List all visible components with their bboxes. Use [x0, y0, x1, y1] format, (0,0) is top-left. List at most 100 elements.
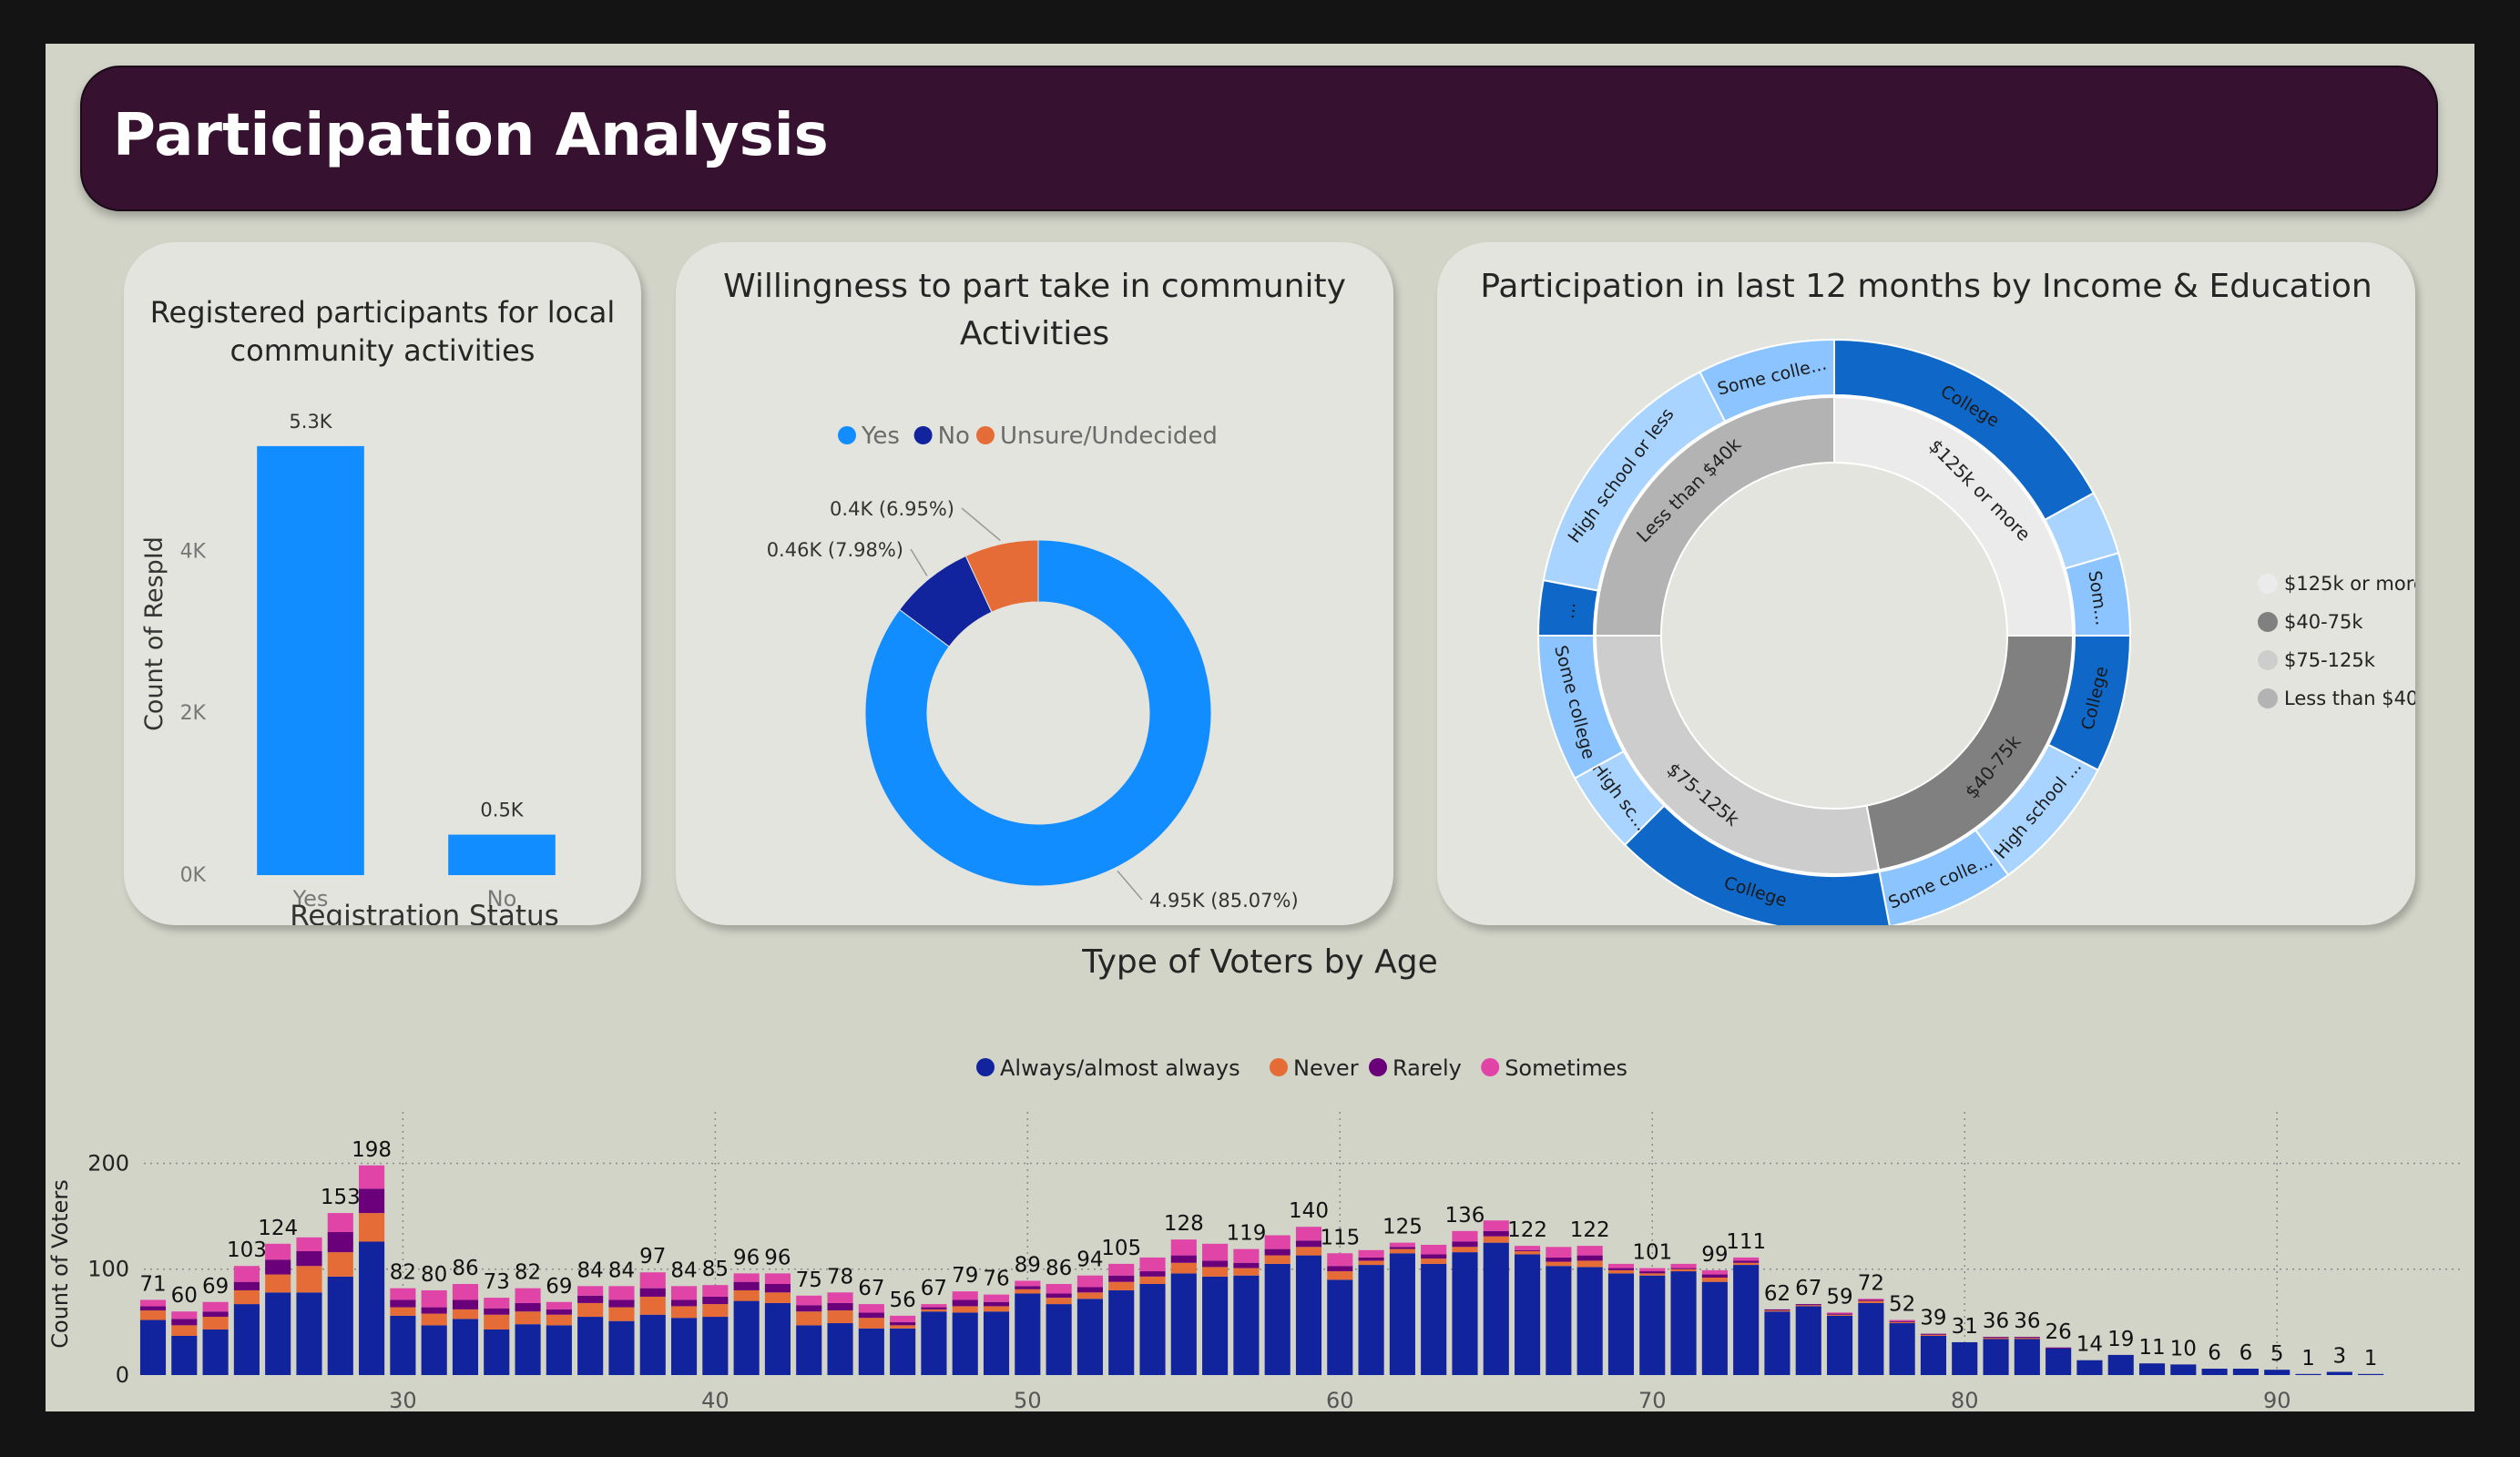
- bar-segment-sometimes[interactable]: [1327, 1253, 1353, 1267]
- bar-segment-always[interactable]: [327, 1276, 353, 1375]
- bar-segment-always[interactable]: [1483, 1242, 1509, 1375]
- bar-segment-sometimes[interactable]: [796, 1295, 822, 1306]
- bar-segment-never[interactable]: [1483, 1236, 1509, 1243]
- bar-segment-always[interactable]: [921, 1311, 947, 1375]
- bar-segment-never[interactable]: [1576, 1260, 1603, 1268]
- bar-segment-sometimes[interactable]: [1733, 1257, 1760, 1261]
- bar-segment-rarely[interactable]: [546, 1309, 572, 1315]
- bar-segment-rarely[interactable]: [764, 1284, 791, 1293]
- bar-segment-always[interactable]: [1076, 1299, 1103, 1375]
- bar-segment-never[interactable]: [796, 1311, 822, 1326]
- bar-segment-always[interactable]: [1139, 1284, 1166, 1375]
- bar-segment-always[interactable]: [265, 1292, 291, 1375]
- bar-segment-never[interactable]: [1170, 1262, 1197, 1274]
- bar-segment-rarely[interactable]: [296, 1250, 322, 1267]
- bar-segment-always[interactable]: [233, 1304, 260, 1375]
- bar-segment-rarely[interactable]: [515, 1302, 541, 1312]
- bar-segment-always[interactable]: [1108, 1289, 1135, 1375]
- bar-segment-always[interactable]: [1170, 1273, 1197, 1375]
- bar-segment-rarely[interactable]: [1920, 1333, 1947, 1335]
- bar-segment-always[interactable]: [858, 1328, 884, 1375]
- bar-segment-always[interactable]: [359, 1241, 385, 1375]
- bar-segment-never[interactable]: [296, 1266, 322, 1293]
- bar-segment-rarely[interactable]: [702, 1296, 729, 1305]
- bar-segment-always[interactable]: [670, 1318, 698, 1375]
- bar-segment-sometimes[interactable]: [1139, 1257, 1166, 1272]
- bar-segment-never[interactable]: [1139, 1276, 1166, 1284]
- bar-segment-rarely[interactable]: [2046, 1347, 2072, 1349]
- bar-segment-never[interactable]: [421, 1313, 447, 1326]
- bar-segment-always[interactable]: [202, 1330, 229, 1375]
- bar-segment-rarely[interactable]: [1607, 1268, 1635, 1270]
- bar-no[interactable]: [448, 834, 556, 875]
- bar-segment-never[interactable]: [515, 1311, 541, 1325]
- bar-segment-rarely[interactable]: [202, 1311, 229, 1318]
- bar-segment-rarely[interactable]: [1358, 1257, 1384, 1261]
- bar-segment-always[interactable]: [484, 1330, 510, 1375]
- bar-segment-never[interactable]: [858, 1318, 884, 1329]
- bar-segment-sometimes[interactable]: [296, 1237, 322, 1251]
- bar-segment-sometimes[interactable]: [764, 1273, 791, 1284]
- bar-segment-rarely[interactable]: [390, 1299, 416, 1308]
- bar-segment-sometimes[interactable]: [983, 1294, 1010, 1302]
- bar-segment-rarely[interactable]: [577, 1295, 604, 1303]
- bar-segment-rarely[interactable]: [139, 1306, 167, 1311]
- bar-segment-rarely[interactable]: [1889, 1320, 1915, 1322]
- bar-segment-sometimes[interactable]: [1515, 1246, 1541, 1250]
- bar-segment-sometimes[interactable]: [171, 1311, 198, 1319]
- bar-segment-rarely[interactable]: [1546, 1257, 1572, 1262]
- bar-segment-rarely[interactable]: [827, 1302, 853, 1311]
- bar-segment-sometimes[interactable]: [1701, 1269, 1728, 1275]
- bar-segment-never[interactable]: [890, 1325, 916, 1329]
- bar-segment-sometimes[interactable]: [608, 1286, 635, 1300]
- bar-segment-rarely[interactable]: [1452, 1241, 1478, 1248]
- bar-segment-rarely[interactable]: [670, 1299, 698, 1307]
- bar-segment-never[interactable]: [1295, 1247, 1322, 1256]
- bar-segment-always[interactable]: [2295, 1373, 2321, 1375]
- bar-segment-sometimes[interactable]: [1826, 1312, 1853, 1314]
- bar-segment-sometimes[interactable]: [1483, 1220, 1509, 1231]
- bar-segment-rarely[interactable]: [1327, 1266, 1353, 1272]
- bar-segment-never[interactable]: [1358, 1260, 1384, 1266]
- bar-segment-always[interactable]: [1295, 1255, 1322, 1375]
- bar-segment-always[interactable]: [2046, 1348, 2072, 1375]
- bar-segment-never[interactable]: [2014, 1338, 2040, 1340]
- bar-segment-always[interactable]: [1733, 1265, 1760, 1375]
- bar-segment-always[interactable]: [2232, 1369, 2259, 1375]
- bar-segment-never[interactable]: [1701, 1278, 1728, 1282]
- bar-segment-always[interactable]: [733, 1300, 760, 1375]
- bar-segment-never[interactable]: [1452, 1247, 1478, 1253]
- bar-segment-sometimes[interactable]: [452, 1284, 479, 1300]
- bar-segment-rarely[interactable]: [1389, 1247, 1415, 1249]
- bar-segment-always[interactable]: [1202, 1276, 1229, 1375]
- bar-segment-never[interactable]: [452, 1309, 479, 1319]
- bar-segment-never[interactable]: [921, 1309, 947, 1312]
- bar-segment-rarely[interactable]: [1421, 1254, 1447, 1259]
- bar-segment-never[interactable]: [202, 1317, 229, 1330]
- bar-segment-always[interactable]: [1389, 1253, 1415, 1375]
- bar-segment-sometimes[interactable]: [952, 1291, 978, 1300]
- bar-segment-sometimes[interactable]: [1295, 1227, 1322, 1241]
- registration-bar-chart[interactable]: 0K2K4KCount of RespId5.3KYes0.5KNoRegist…: [124, 242, 641, 925]
- bar-segment-rarely[interactable]: [952, 1299, 978, 1307]
- bar-segment-always[interactable]: [2201, 1369, 2228, 1375]
- bar-segment-rarely[interactable]: [639, 1288, 666, 1297]
- bar-segment-rarely[interactable]: [1264, 1248, 1291, 1256]
- bar-segment-rarely[interactable]: [1483, 1230, 1509, 1237]
- bar-segment-sometimes[interactable]: [827, 1292, 853, 1303]
- bar-segment-rarely[interactable]: [1858, 1299, 1884, 1301]
- bar-segment-never[interactable]: [1202, 1267, 1229, 1277]
- bar-segment-never[interactable]: [1889, 1321, 1915, 1324]
- willingness-card[interactable]: Willingness to part take in community Ac…: [676, 242, 1393, 925]
- bar-segment-sometimes[interactable]: [890, 1315, 916, 1322]
- bar-segment-rarely[interactable]: [171, 1319, 198, 1326]
- bar-segment-rarely[interactable]: [2014, 1337, 2040, 1339]
- bar-segment-sometimes[interactable]: [577, 1286, 604, 1296]
- bar-segment-always[interactable]: [421, 1325, 447, 1375]
- bar-segment-always[interactable]: [1421, 1263, 1447, 1375]
- bar-segment-sometimes[interactable]: [1202, 1243, 1229, 1261]
- bar-segment-rarely[interactable]: [1170, 1255, 1197, 1263]
- bar-segment-sometimes[interactable]: [327, 1213, 353, 1233]
- bar-segment-never[interactable]: [577, 1302, 604, 1318]
- bar-segment-rarely[interactable]: [421, 1307, 447, 1314]
